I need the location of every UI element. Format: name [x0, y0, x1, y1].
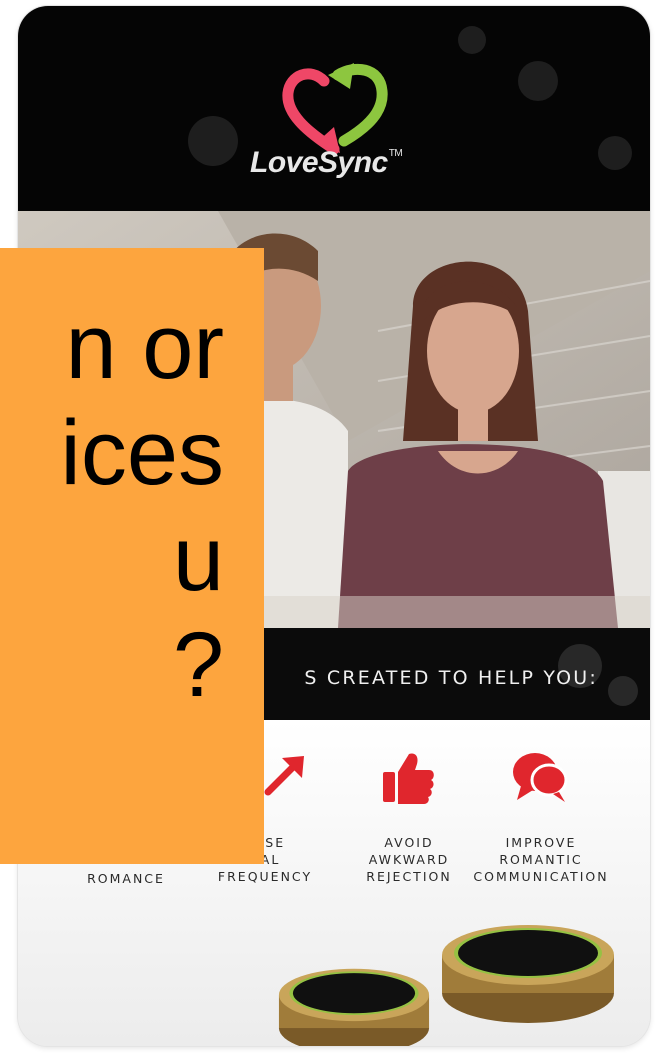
benefit-communication: IMPROVE ROMANTIC COMMUNICATION	[466, 750, 616, 900]
benefit-label: IMPROVE ROMANTIC COMMUNICATION	[473, 835, 609, 884]
benefit-label: ROMANCE	[87, 871, 165, 886]
brand-logo-text: LoveSyncTM	[250, 146, 403, 179]
bokeh-light	[188, 116, 238, 166]
bokeh-light	[598, 136, 632, 170]
thumbs-up-icon	[383, 753, 434, 804]
arrow-up-right-icon	[264, 756, 304, 796]
lovesync-device-icon	[278, 968, 430, 1046]
bokeh-light	[458, 26, 486, 54]
benefit-label: AVOID AWKWARD REJECTION	[366, 835, 452, 884]
orange-overlay-box: n or ices u ?	[0, 248, 264, 864]
header: LoveSyncTM	[18, 6, 650, 211]
lovesync-device-icon	[442, 925, 614, 1023]
heart-arrows-logo-icon	[282, 63, 388, 155]
bokeh-light	[518, 61, 558, 101]
benefit-avoid-rejection: AVOID AWKWARD REJECTION	[344, 750, 474, 900]
overlay-text: n or ices u ?	[60, 296, 224, 716]
chat-bubbles-icon	[513, 753, 568, 802]
